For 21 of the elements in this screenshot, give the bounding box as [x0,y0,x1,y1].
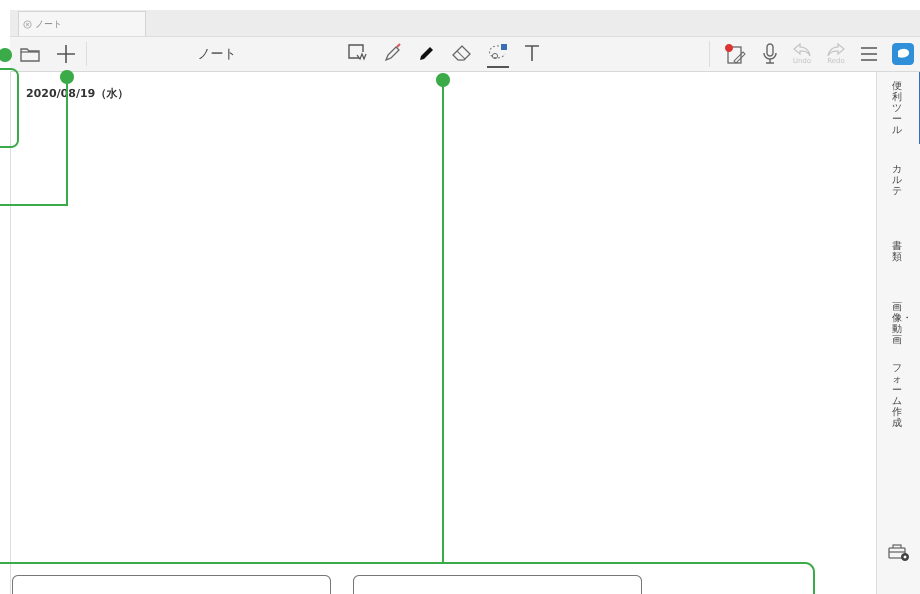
microphone-icon[interactable] [762,43,778,65]
callout-dot [60,70,74,84]
side-tab[interactable]: 便利ツール [876,72,920,144]
pages-button[interactable] [724,43,748,65]
menu-icon[interactable] [860,47,878,61]
toolbar-title: ノート [196,46,238,63]
document-pen-icon [724,43,748,65]
marker-icon [383,43,403,63]
side-tab[interactable]: 書類 [876,216,920,288]
folder-icon[interactable] [20,46,40,62]
callout-dot [0,48,12,62]
toolbox-gear-icon[interactable] [886,542,910,562]
eraser-icon [451,43,473,63]
side-tab[interactable]: フォーム作成 [876,360,920,432]
add-icon[interactable] [56,44,76,64]
selection-icon [347,43,369,63]
text-tool-icon [523,43,541,63]
side-tab[interactable]: 画像・動画 [876,288,920,360]
side-tab[interactable]: カルテ [876,144,920,216]
app-icon[interactable] [892,43,914,65]
callout-dot [436,73,450,87]
